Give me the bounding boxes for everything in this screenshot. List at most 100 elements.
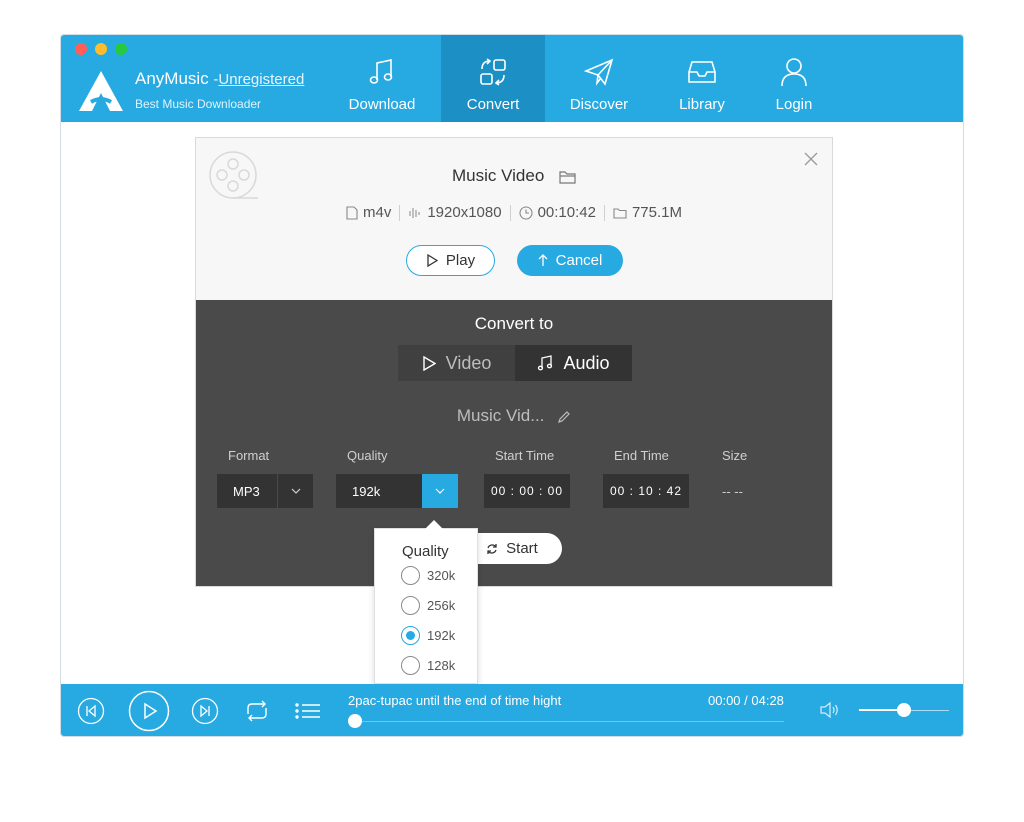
- close-icon[interactable]: [804, 152, 818, 166]
- playlist-button[interactable]: [293, 697, 323, 725]
- video-title: Music Video: [451, 166, 545, 185]
- meta-divider: [603, 204, 605, 221]
- next-track-button[interactable]: [191, 697, 219, 725]
- video-duration: 00:10:42: [537, 204, 596, 221]
- track-time: 00:00 / 04:28: [708, 693, 784, 708]
- size-label: Size: [722, 448, 748, 463]
- chevron-down-icon: [422, 474, 458, 508]
- quality-value: 192k: [352, 483, 381, 499]
- cancel-button-label: Cancel: [555, 252, 603, 269]
- user-icon: [781, 58, 807, 87]
- convert-type-toggle: Video Audio: [398, 345, 632, 381]
- play-icon: [427, 254, 438, 267]
- close-window-button[interactable]: [75, 43, 87, 55]
- refresh-icon: [487, 543, 497, 554]
- chevron-down-icon: [277, 474, 313, 508]
- video-option[interactable]: Video: [398, 345, 515, 381]
- player-bar: 2pac-tupac until the end of time hight 0…: [61, 684, 963, 736]
- start-time-input[interactable]: 00 : 00 : 00: [484, 474, 570, 508]
- play-outline-icon: [422, 355, 436, 371]
- nav-library-label: Library: [679, 96, 725, 113]
- quality-option-label: 128k: [427, 658, 456, 673]
- app-name: AnyMusic: [135, 69, 209, 88]
- previous-track-button[interactable]: [77, 697, 105, 725]
- nav-convert[interactable]: Convert: [441, 35, 545, 122]
- volume-button[interactable]: [819, 700, 841, 720]
- anymusic-logo-icon: [79, 71, 123, 111]
- skip-back-icon: [77, 697, 105, 725]
- skip-forward-icon: [191, 697, 219, 725]
- repeat-button[interactable]: [242, 697, 272, 725]
- radio-button-selected[interactable]: [401, 626, 420, 645]
- progress-track[interactable]: [354, 721, 784, 722]
- clock-icon: [519, 205, 533, 220]
- play-pause-button[interactable]: [128, 690, 170, 732]
- folder-small-icon: [613, 207, 627, 219]
- end-time-input[interactable]: 00 : 10 : 42: [603, 474, 689, 508]
- play-circle-icon: [128, 690, 170, 732]
- registration-status: Unregistered: [218, 71, 305, 88]
- minimize-window-button[interactable]: [95, 43, 107, 55]
- repeat-icon: [247, 700, 267, 722]
- app-header: AnyMusic -Unregistered Best Music Downlo…: [61, 35, 963, 122]
- meta-divider: [399, 204, 401, 221]
- quality-option-256k[interactable]: 256k: [401, 596, 455, 615]
- nav-discover[interactable]: Discover: [547, 35, 651, 122]
- pencil-icon[interactable]: [557, 410, 571, 424]
- video-resolution: 1920x1080: [427, 204, 502, 221]
- folder-icon[interactable]: [559, 170, 576, 184]
- convert-panel: Convert to Video Audio Music Vid... Form…: [196, 300, 832, 586]
- format-value: MP3: [233, 483, 260, 499]
- quality-dropdown-title: Quality: [402, 543, 449, 560]
- quality-label: Quality: [347, 448, 388, 463]
- start-button-label: Start: [506, 540, 538, 557]
- end-time-value: 00 : 10 : 42: [609, 484, 683, 498]
- file-icon: [346, 205, 358, 220]
- quality-select[interactable]: 192k: [336, 474, 458, 508]
- quality-option-192k[interactable]: 192k: [401, 626, 455, 645]
- nav-login[interactable]: Login: [742, 35, 846, 122]
- progress-handle[interactable]: [348, 714, 362, 728]
- zoom-window-button[interactable]: [115, 43, 127, 55]
- format-select[interactable]: MP3: [217, 474, 313, 508]
- window-controls: [75, 43, 127, 55]
- start-time-value: 00 : 00 : 00: [490, 484, 564, 498]
- video-file-size: 775.1M: [631, 204, 683, 221]
- radio-button[interactable]: [401, 596, 420, 615]
- format-label: Format: [228, 448, 270, 463]
- main-content: Music Video m4v 1920x1080 00:10:42 775.1…: [61, 122, 963, 684]
- inbox-tray-icon: [688, 61, 716, 83]
- paper-plane-icon: [583, 58, 614, 86]
- conversion-card: Music Video m4v 1920x1080 00:10:42 775.1…: [195, 137, 833, 587]
- volume-handle[interactable]: [897, 703, 911, 717]
- nav-login-label: Login: [775, 96, 813, 113]
- list-icon: [295, 703, 320, 719]
- registration-link[interactable]: -Unregistered: [213, 71, 304, 88]
- cancel-button[interactable]: Cancel: [517, 245, 623, 276]
- audio-option-label: Audio: [563, 352, 610, 373]
- nav-library[interactable]: Library: [650, 35, 754, 122]
- audio-option[interactable]: Audio: [515, 345, 632, 381]
- play-button[interactable]: Play: [406, 245, 495, 276]
- arrow-up-icon: [538, 254, 548, 266]
- music-note-small-icon: [538, 355, 553, 371]
- radio-button[interactable]: [401, 656, 420, 675]
- radio-button[interactable]: [401, 566, 420, 585]
- convert-title: Convert to: [474, 314, 554, 333]
- track-title: 2pac-tupac until the end of time hight: [348, 693, 562, 708]
- quality-dropdown: Quality 320k 256k 192k 128k: [374, 520, 478, 684]
- meta-divider: [509, 204, 511, 221]
- nav-download[interactable]: Download: [330, 35, 434, 122]
- quality-option-320k[interactable]: 320k: [401, 566, 455, 585]
- size-value: -- --: [722, 484, 743, 499]
- video-option-label: Video: [445, 352, 492, 373]
- video-meta: m4v 1920x1080 00:10:42 775.1M: [196, 204, 832, 221]
- bars-icon: [409, 207, 420, 218]
- video-info-panel: Music Video m4v 1920x1080 00:10:42 775.1…: [196, 138, 832, 300]
- quality-option-label: 256k: [427, 598, 456, 613]
- quality-option-128k[interactable]: 128k: [401, 656, 455, 675]
- speaker-icon: [820, 701, 838, 719]
- output-filename-row: Music Vid...: [196, 406, 832, 426]
- video-title-row: Music Video: [196, 166, 832, 186]
- nav-download-label: Download: [348, 96, 416, 113]
